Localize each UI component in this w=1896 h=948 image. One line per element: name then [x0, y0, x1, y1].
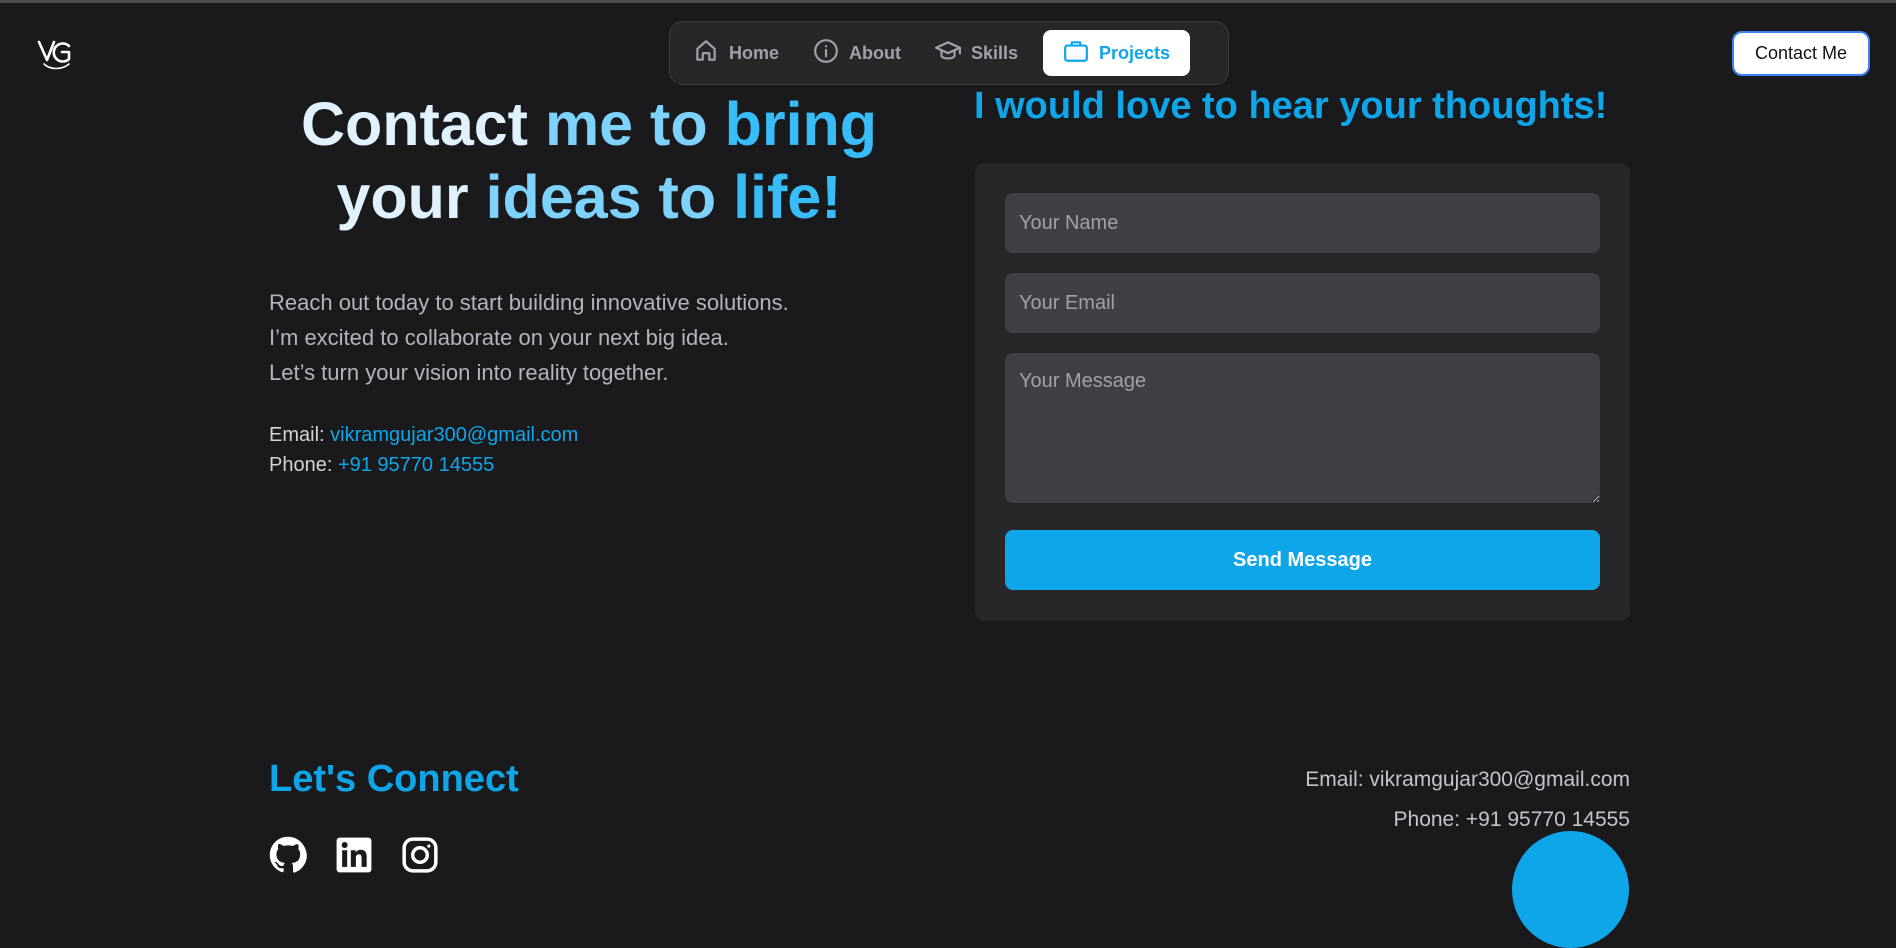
- nav-label: About: [849, 42, 901, 63]
- intro-line: Let’s turn your vision into reality toge…: [269, 360, 669, 385]
- nav-item-skills[interactable]: Skills: [920, 30, 1033, 76]
- hero-text: bring: [724, 90, 878, 158]
- email-link[interactable]: vikramgujar300@gmail.com: [330, 424, 578, 446]
- info-icon: [813, 38, 839, 69]
- connect-heading: Let's Connect: [269, 758, 519, 800]
- nav-item-home[interactable]: Home: [678, 30, 794, 76]
- vg-logo-icon[interactable]: [36, 33, 76, 73]
- form-title: I would love to hear your thoughts!: [974, 85, 1608, 127]
- graduation-cap-icon: [935, 38, 961, 69]
- floating-action-button[interactable]: [1512, 831, 1629, 948]
- main-nav: Home About Skills Projects: [669, 21, 1229, 85]
- nav-label: Skills: [971, 42, 1019, 63]
- phone-link[interactable]: +91 95770 14555: [338, 454, 494, 476]
- name-input[interactable]: [1005, 193, 1600, 253]
- hero-text: Contact: [300, 90, 545, 158]
- phone-row: Phone: +91 95770 14555: [269, 450, 578, 480]
- nav-item-projects[interactable]: Projects: [1043, 30, 1191, 76]
- hero-text: life!: [733, 163, 842, 231]
- nav-label: Projects: [1099, 42, 1171, 63]
- top-border: [0, 0, 1896, 3]
- contact-info: Email: vikramgujar300@gmail.com Phone: +…: [269, 420, 578, 480]
- intro-paragraph: Reach out today to start building innova…: [269, 285, 789, 390]
- email-label: Email:: [269, 424, 331, 446]
- nav-item-about[interactable]: About: [798, 30, 916, 76]
- hero-heading: Contact me to bring your ideas to life!: [269, 88, 909, 234]
- message-textarea[interactable]: [1005, 353, 1600, 503]
- instagram-icon[interactable]: [401, 836, 439, 874]
- social-links: [269, 836, 439, 874]
- briefcase-icon: [1063, 38, 1089, 69]
- email-input[interactable]: [1005, 273, 1600, 333]
- phone-label: Phone:: [269, 454, 338, 476]
- contact-me-button[interactable]: Contact Me: [1732, 31, 1870, 76]
- linkedin-icon[interactable]: [335, 836, 373, 874]
- footer-email: Email: vikramgujar300@gmail.com: [1305, 768, 1630, 791]
- send-message-button[interactable]: Send Message: [1005, 530, 1600, 590]
- intro-line: I’m excited to collaborate on your next …: [269, 325, 729, 350]
- intro-line: Reach out today to start building innova…: [269, 290, 789, 315]
- footer-contact: Email: vikramgujar300@gmail.com Phone: +…: [1305, 760, 1630, 840]
- nav-label: Home: [729, 42, 780, 63]
- home-icon: [693, 38, 719, 69]
- hero-text: me to: [544, 90, 725, 158]
- email-row: Email: vikramgujar300@gmail.com: [269, 420, 578, 450]
- hero-text: ideas to: [485, 163, 734, 231]
- contact-form: Send Message: [975, 163, 1630, 621]
- github-icon[interactable]: [269, 836, 307, 874]
- hero-text: your: [336, 163, 486, 231]
